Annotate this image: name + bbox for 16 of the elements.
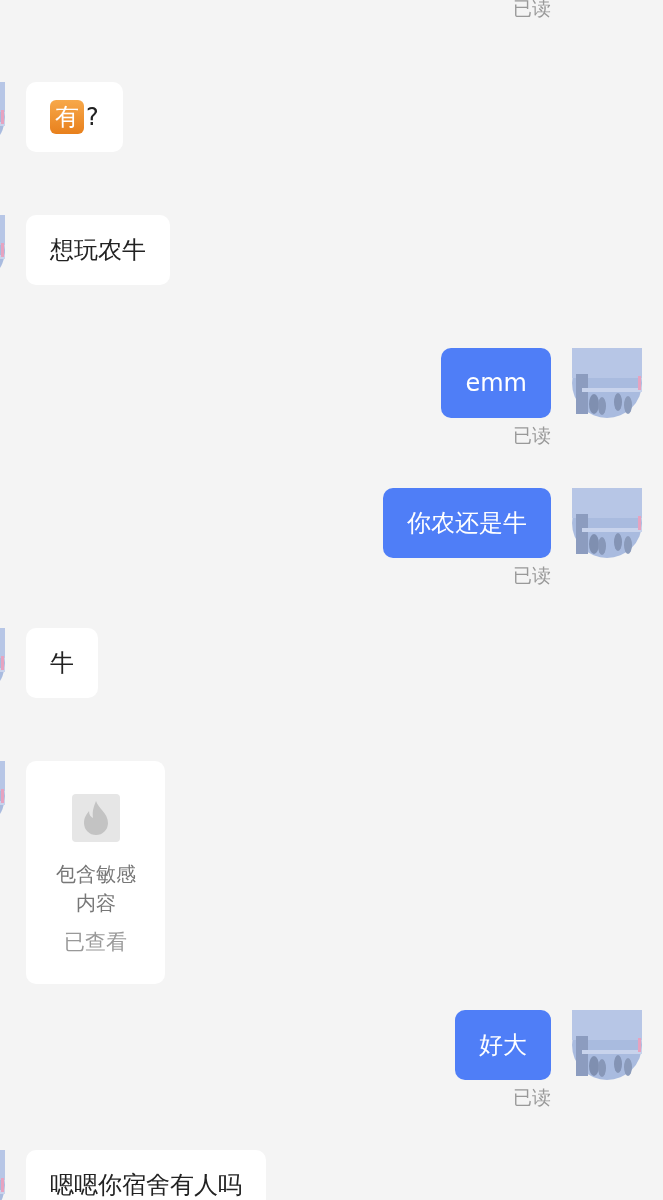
message-bubble: 好大	[455, 1010, 551, 1080]
fire-icon	[71, 794, 120, 842]
message-bubble: emm	[441, 348, 551, 418]
card-status: 已查看	[64, 929, 127, 956]
message-text: ?	[86, 103, 99, 131]
message-bubble: 想玩农牛	[26, 215, 170, 285]
read-receipt: 已读	[513, 425, 551, 446]
card-label: 包含敏感内容	[54, 861, 137, 917]
read-receipt: 已读	[513, 0, 551, 19]
read-receipt: 已读	[513, 565, 551, 586]
message-bubble: 嗯嗯你宿舍有人吗	[26, 1150, 266, 1200]
message-bubble: 你农还是牛	[383, 488, 551, 558]
sensitive-card[interactable]: 包含敏感内容 已查看	[26, 761, 165, 984]
emoji-icon: 有	[50, 100, 84, 134]
message-bubble: 牛	[26, 628, 98, 698]
read-receipt: 已读	[513, 1087, 551, 1108]
